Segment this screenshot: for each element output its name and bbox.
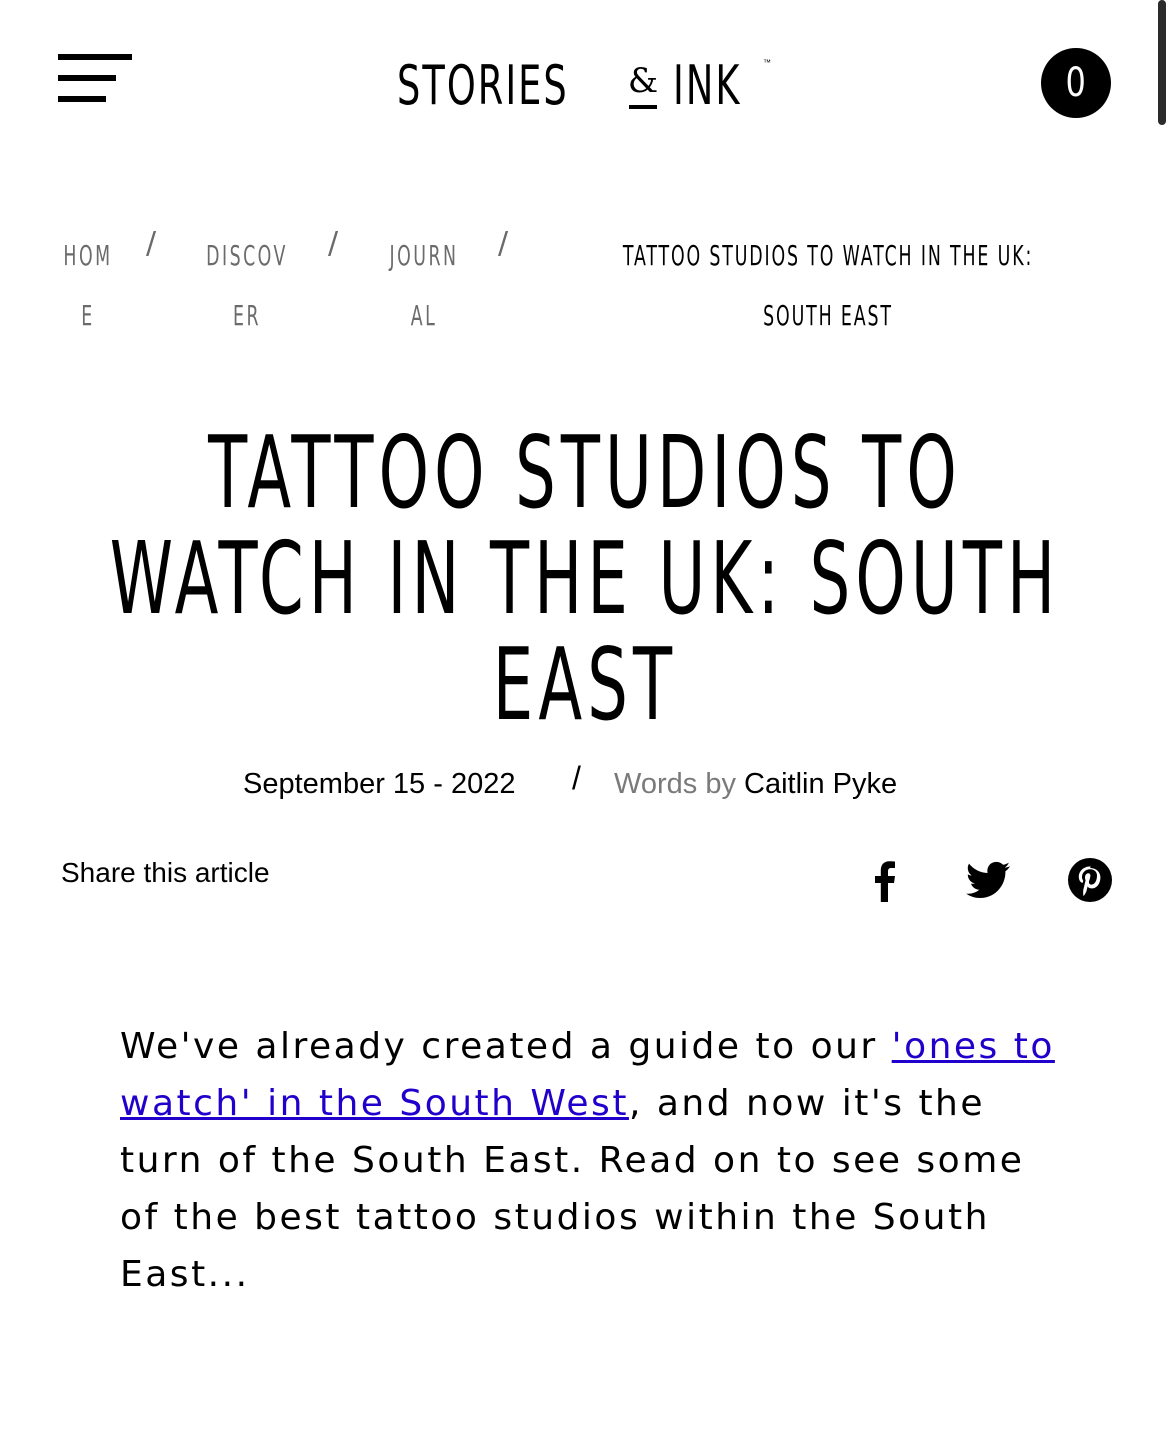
- words-by-label: Words by: [614, 768, 736, 800]
- breadcrumb-home[interactable]: HOM E: [58, 226, 118, 346]
- logo-text-ink: INK: [673, 54, 742, 117]
- site-logo[interactable]: STORIES & INK ™: [397, 55, 777, 117]
- breadcrumb-current-page: TATTOO STUDIOS TO WATCH IN THE UK: SOUTH …: [622, 239, 1034, 332]
- hamburger-menu-icon[interactable]: [58, 54, 134, 108]
- article-title: TATTOO STUDIOS TO WATCH IN THE UK: SOUTH…: [109, 414, 1061, 743]
- logo-text-stories: STORIES: [397, 54, 569, 117]
- facebook-icon[interactable]: [862, 856, 910, 904]
- share-label: Share this article: [61, 857, 270, 888]
- article-date: September 15 - 2022: [243, 768, 516, 800]
- scrollbar[interactable]: [1158, 0, 1166, 125]
- logo-trademark: ™: [763, 58, 771, 67]
- breadcrumb-separator: /: [328, 226, 339, 261]
- twitter-icon[interactable]: [964, 856, 1012, 904]
- logo-ampersand: &: [627, 61, 659, 115]
- byline: Words by Caitlin Pyke: [614, 764, 897, 804]
- breadcrumb-separator: /: [146, 226, 157, 261]
- article-intro: We've already created a guide to our 'on…: [120, 1026, 1055, 1295]
- breadcrumb-discover[interactable]: DISCOV ER: [193, 226, 301, 346]
- meta-separator: /: [572, 760, 581, 796]
- breadcrumb-separator: /: [498, 226, 509, 261]
- site-header: STORIES & INK ™ 0: [0, 0, 1170, 170]
- cart-count: 0: [1065, 60, 1087, 106]
- breadcrumb-journal[interactable]: JOURN AL: [377, 226, 471, 346]
- author-name[interactable]: Caitlin Pyke: [744, 768, 897, 800]
- cart-count-badge[interactable]: 0: [1041, 48, 1111, 118]
- pinterest-icon[interactable]: [1066, 856, 1114, 904]
